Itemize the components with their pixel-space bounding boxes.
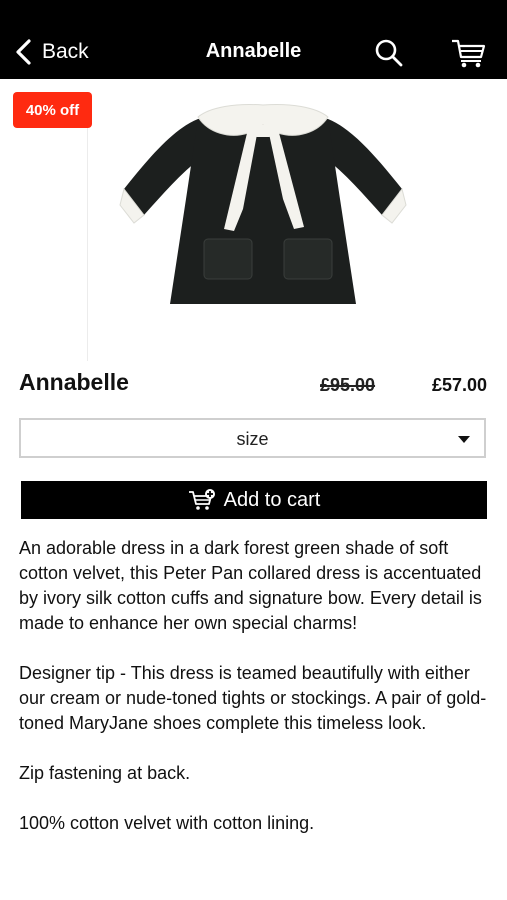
product-name: Annabelle <box>19 369 129 395</box>
cart-icon <box>452 39 486 68</box>
add-to-cart-button[interactable]: Add to cart <box>21 481 487 519</box>
cart-button[interactable] <box>450 37 486 69</box>
search-icon <box>375 39 403 67</box>
add-to-cart-label: Add to cart <box>223 488 321 511</box>
caret-down-icon <box>458 436 470 443</box>
designer-tip: Designer tip - This dress is teamed beau… <box>19 663 487 733</box>
original-price: £95.00 <box>320 375 376 395</box>
material-note: 100% cotton velvet with cotton lining. <box>19 813 315 833</box>
fastening-note: Zip fastening at back. <box>19 763 191 783</box>
discount-badge: 40% off <box>13 92 92 128</box>
product-description: An adorable dress in a dark forest green… <box>19 536 493 861</box>
image-divider <box>87 127 88 361</box>
size-select[interactable]: size <box>19 418 486 458</box>
page-title: Annabelle <box>205 40 302 62</box>
sale-price: £57.00 <box>431 375 487 395</box>
add-to-cart-icon <box>188 489 215 510</box>
product-image <box>119 104 407 304</box>
search-button[interactable] <box>374 38 404 68</box>
description-paragraph: An adorable dress in a dark forest green… <box>19 538 482 633</box>
size-select-label: size <box>236 429 269 449</box>
top-navigation-bar: Back Annabelle <box>0 0 507 79</box>
